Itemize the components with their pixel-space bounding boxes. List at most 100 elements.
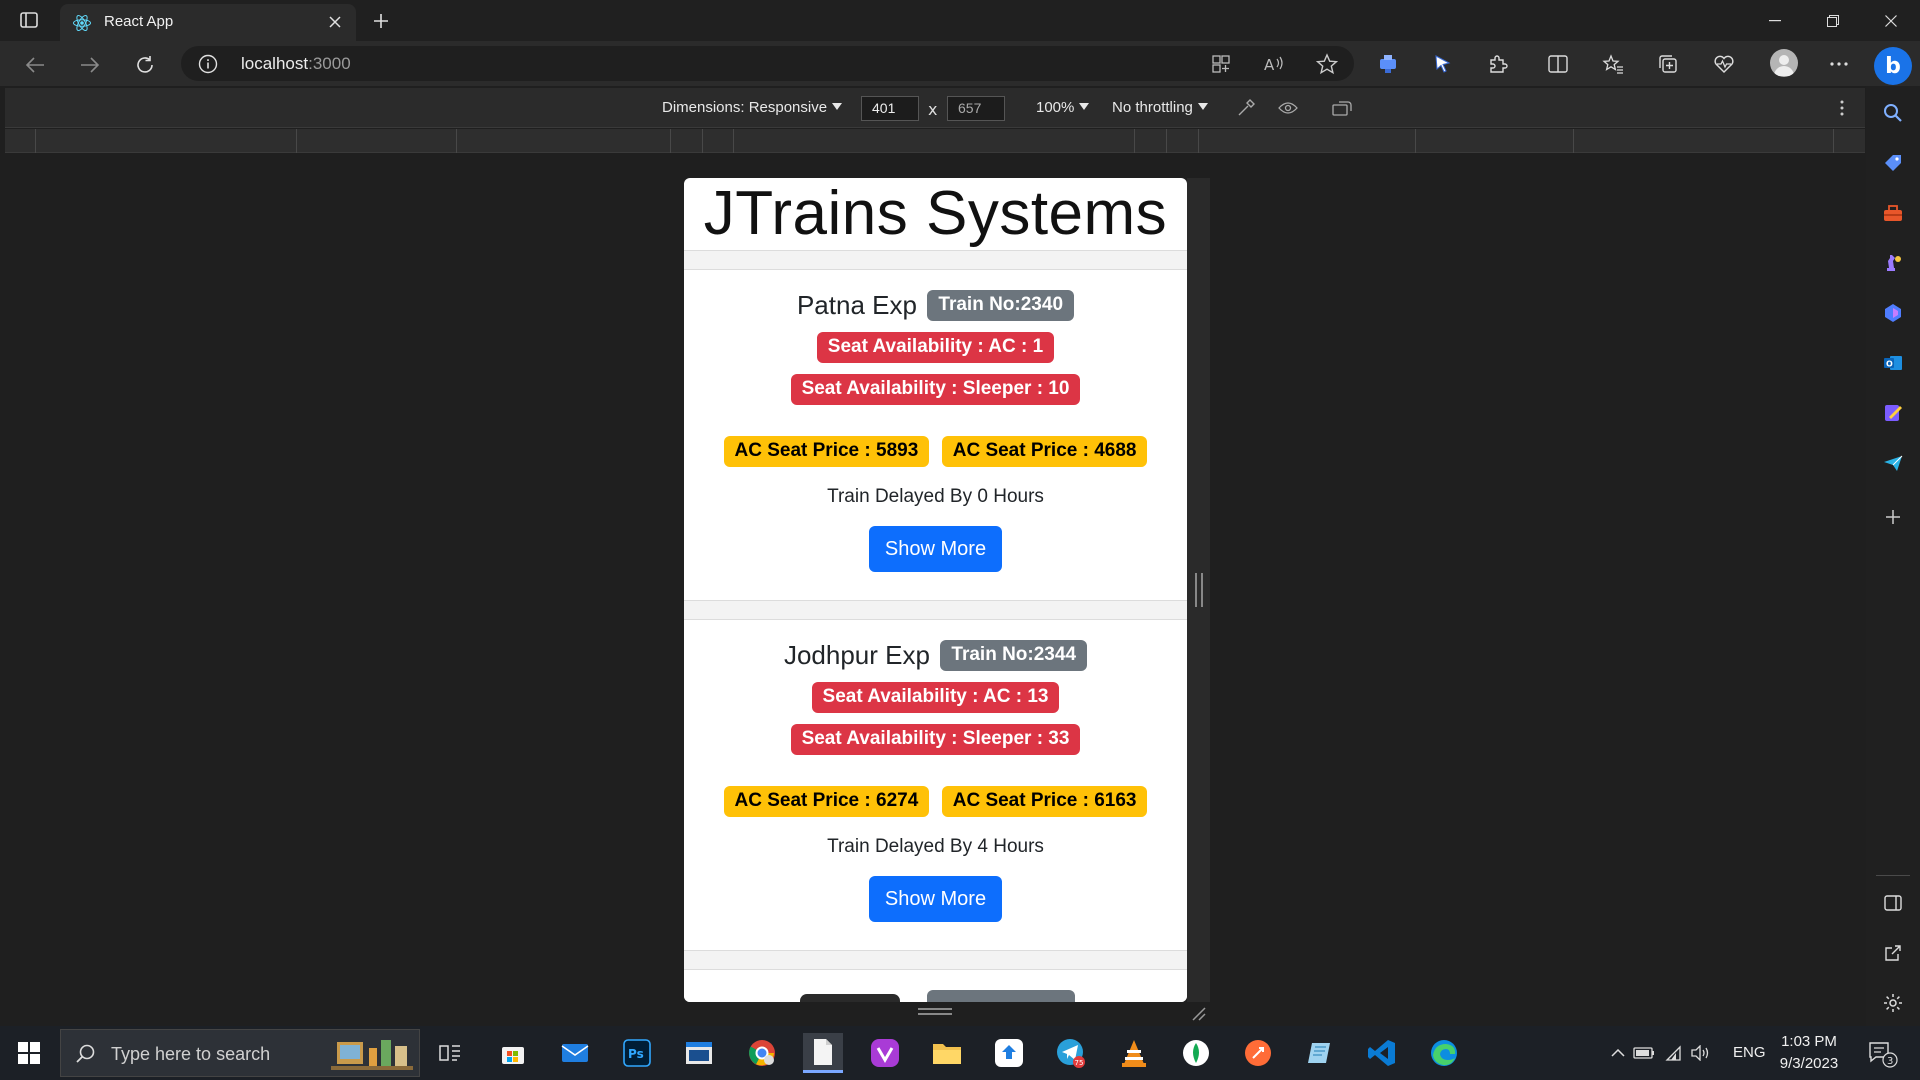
send-icon[interactable]	[1882, 452, 1904, 474]
notes-app-icon[interactable]	[1300, 1033, 1340, 1073]
file-explorer-icon[interactable]	[927, 1033, 967, 1073]
split-screen-icon[interactable]	[1545, 51, 1571, 77]
outlook-icon[interactable]: O	[1882, 352, 1904, 374]
chrome-icon[interactable]	[742, 1033, 782, 1073]
react-logo-icon	[72, 13, 92, 33]
window-app-icon[interactable]	[679, 1033, 719, 1073]
wifi-icon[interactable]	[1658, 1041, 1686, 1065]
tag-icon[interactable]	[1882, 152, 1904, 174]
mail-icon[interactable]	[555, 1033, 595, 1073]
height-input[interactable]: 657	[947, 96, 1005, 121]
train-number-badge: Train No:2344	[940, 640, 1088, 671]
read-aloud-icon[interactable]: A	[1264, 53, 1286, 75]
postman-icon[interactable]	[1238, 1033, 1278, 1073]
tab-actions-icon[interactable]	[16, 9, 42, 31]
throttling-label: No throttling	[1112, 99, 1193, 116]
delay-row: Train Delayed By 0 Hours	[684, 486, 1187, 508]
edge-icon[interactable]	[1424, 1033, 1464, 1073]
chevron-down-icon	[832, 103, 843, 110]
panel-icon[interactable]	[1882, 892, 1904, 914]
show-more-button[interactable]: Show More	[868, 526, 1003, 572]
taskbar-clock[interactable]: 1:03 PM 9/3/2023	[1764, 1031, 1854, 1075]
ac-seat-price-badge: AC Seat Price : 4688	[941, 436, 1148, 467]
windows-start-icon[interactable]	[0, 1026, 58, 1080]
search-highlight-illustration-icon	[329, 1034, 415, 1074]
app-available-icon[interactable]	[1210, 53, 1232, 75]
zoom-dropdown[interactable]: 100%	[1036, 99, 1090, 116]
vlc-icon[interactable]	[1114, 1033, 1154, 1073]
minimize-icon[interactable]	[1746, 0, 1804, 41]
favorites-icon[interactable]	[1600, 51, 1626, 77]
vision-deficiency-icon[interactable]	[1277, 98, 1299, 118]
copilot-icon[interactable]	[1882, 302, 1904, 324]
site-info-icon[interactable]	[198, 54, 218, 74]
width-input[interactable]: 401	[861, 96, 919, 121]
more-options-icon[interactable]	[1826, 51, 1852, 77]
device-toolbar-more-icon[interactable]	[1835, 98, 1849, 118]
refresh-icon[interactable]	[130, 50, 160, 80]
volume-icon[interactable]	[1686, 1041, 1714, 1065]
settings-icon[interactable]	[1882, 992, 1904, 1014]
chevron-down-icon	[1079, 103, 1090, 110]
file-document-icon[interactable]	[803, 1033, 843, 1073]
back-icon[interactable]	[20, 50, 50, 80]
photoshop-icon[interactable]: Ps	[617, 1033, 657, 1073]
throttling-dropdown[interactable]: No throttling	[1112, 99, 1208, 116]
taskbar-search[interactable]: Type here to search	[60, 1029, 420, 1077]
new-tab-icon[interactable]	[368, 8, 394, 34]
extensions-puzzle-icon[interactable]	[1485, 51, 1511, 77]
ac-seat-price-badge: AC Seat Price : 5893	[723, 436, 930, 467]
forward-icon[interactable]	[75, 50, 105, 80]
show-more-button[interactable]: Show More	[868, 876, 1003, 922]
onedrive-upload-icon[interactable]	[989, 1033, 1029, 1073]
external-link-icon[interactable]	[1882, 942, 1904, 964]
rotate-device-icon[interactable]	[1331, 98, 1353, 118]
favorite-star-icon[interactable]	[1316, 53, 1338, 75]
tab-strip: React App	[0, 0, 1920, 41]
task-view-icon[interactable]	[430, 1033, 470, 1073]
chevron-up-icon[interactable]	[1606, 1041, 1630, 1065]
resize-corner-icon[interactable]	[1190, 1005, 1206, 1021]
card-header	[684, 950, 1187, 970]
mongodb-compass-icon[interactable]	[1176, 1033, 1216, 1073]
media-query-ruler	[5, 129, 1865, 153]
toolbox-icon[interactable]	[1882, 202, 1904, 224]
vscode-icon[interactable]	[1362, 1033, 1402, 1073]
dimensions-dropdown[interactable]: Dimensions: Responsive	[662, 99, 843, 116]
clipped-train-name	[800, 994, 900, 1002]
microsoft-store-icon[interactable]	[493, 1033, 533, 1073]
resize-handle-bottom[interactable]	[918, 1008, 952, 1015]
card-header	[684, 250, 1187, 270]
eyedropper-icon[interactable]	[1235, 98, 1257, 118]
tab-title: React App	[104, 13, 174, 30]
restore-icon[interactable]	[1804, 0, 1862, 41]
clock-time: 1:03 PM	[1781, 1033, 1837, 1050]
vivaldi-icon[interactable]	[865, 1033, 905, 1073]
extension-ink-icon[interactable]	[1375, 51, 1401, 77]
profile-avatar[interactable]	[1770, 49, 1798, 77]
device-emulation-toolbar: Dimensions: Responsive 401 x 657 100% No…	[5, 88, 1865, 128]
browser-tab[interactable]: React App	[60, 4, 356, 41]
search-icon[interactable]	[1882, 102, 1904, 124]
copilot-bing-icon[interactable]: b	[1874, 47, 1912, 85]
language-indicator[interactable]: ENG	[1733, 1044, 1766, 1061]
address-bar[interactable]: localhost:3000 A	[181, 46, 1354, 81]
page-title: JTrains Systems	[703, 179, 1168, 248]
close-tab-icon[interactable]	[324, 11, 346, 33]
train-name: Jodhpur Exp	[783, 640, 930, 670]
collections-icon[interactable]	[1655, 51, 1681, 77]
resize-handle-right[interactable]	[1195, 573, 1203, 607]
chess-icon[interactable]	[1882, 252, 1904, 274]
dimension-separator: x	[928, 100, 938, 119]
battery-icon[interactable]	[1630, 1041, 1658, 1065]
add-icon[interactable]	[1882, 506, 1904, 528]
designer-icon[interactable]	[1882, 402, 1904, 424]
url-port: :3000	[308, 54, 351, 73]
notification-center-icon[interactable]: 3	[1868, 1040, 1898, 1068]
browser-essentials-icon[interactable]	[1711, 51, 1737, 77]
seat-ac-row: Seat Availability : AC : 13	[684, 682, 1187, 713]
address-bar-row: localhost:3000 A b	[0, 41, 1920, 86]
telegram-icon[interactable]: 75	[1051, 1033, 1091, 1073]
cursor-extension-icon[interactable]	[1430, 51, 1456, 77]
close-window-icon[interactable]	[1862, 0, 1920, 41]
